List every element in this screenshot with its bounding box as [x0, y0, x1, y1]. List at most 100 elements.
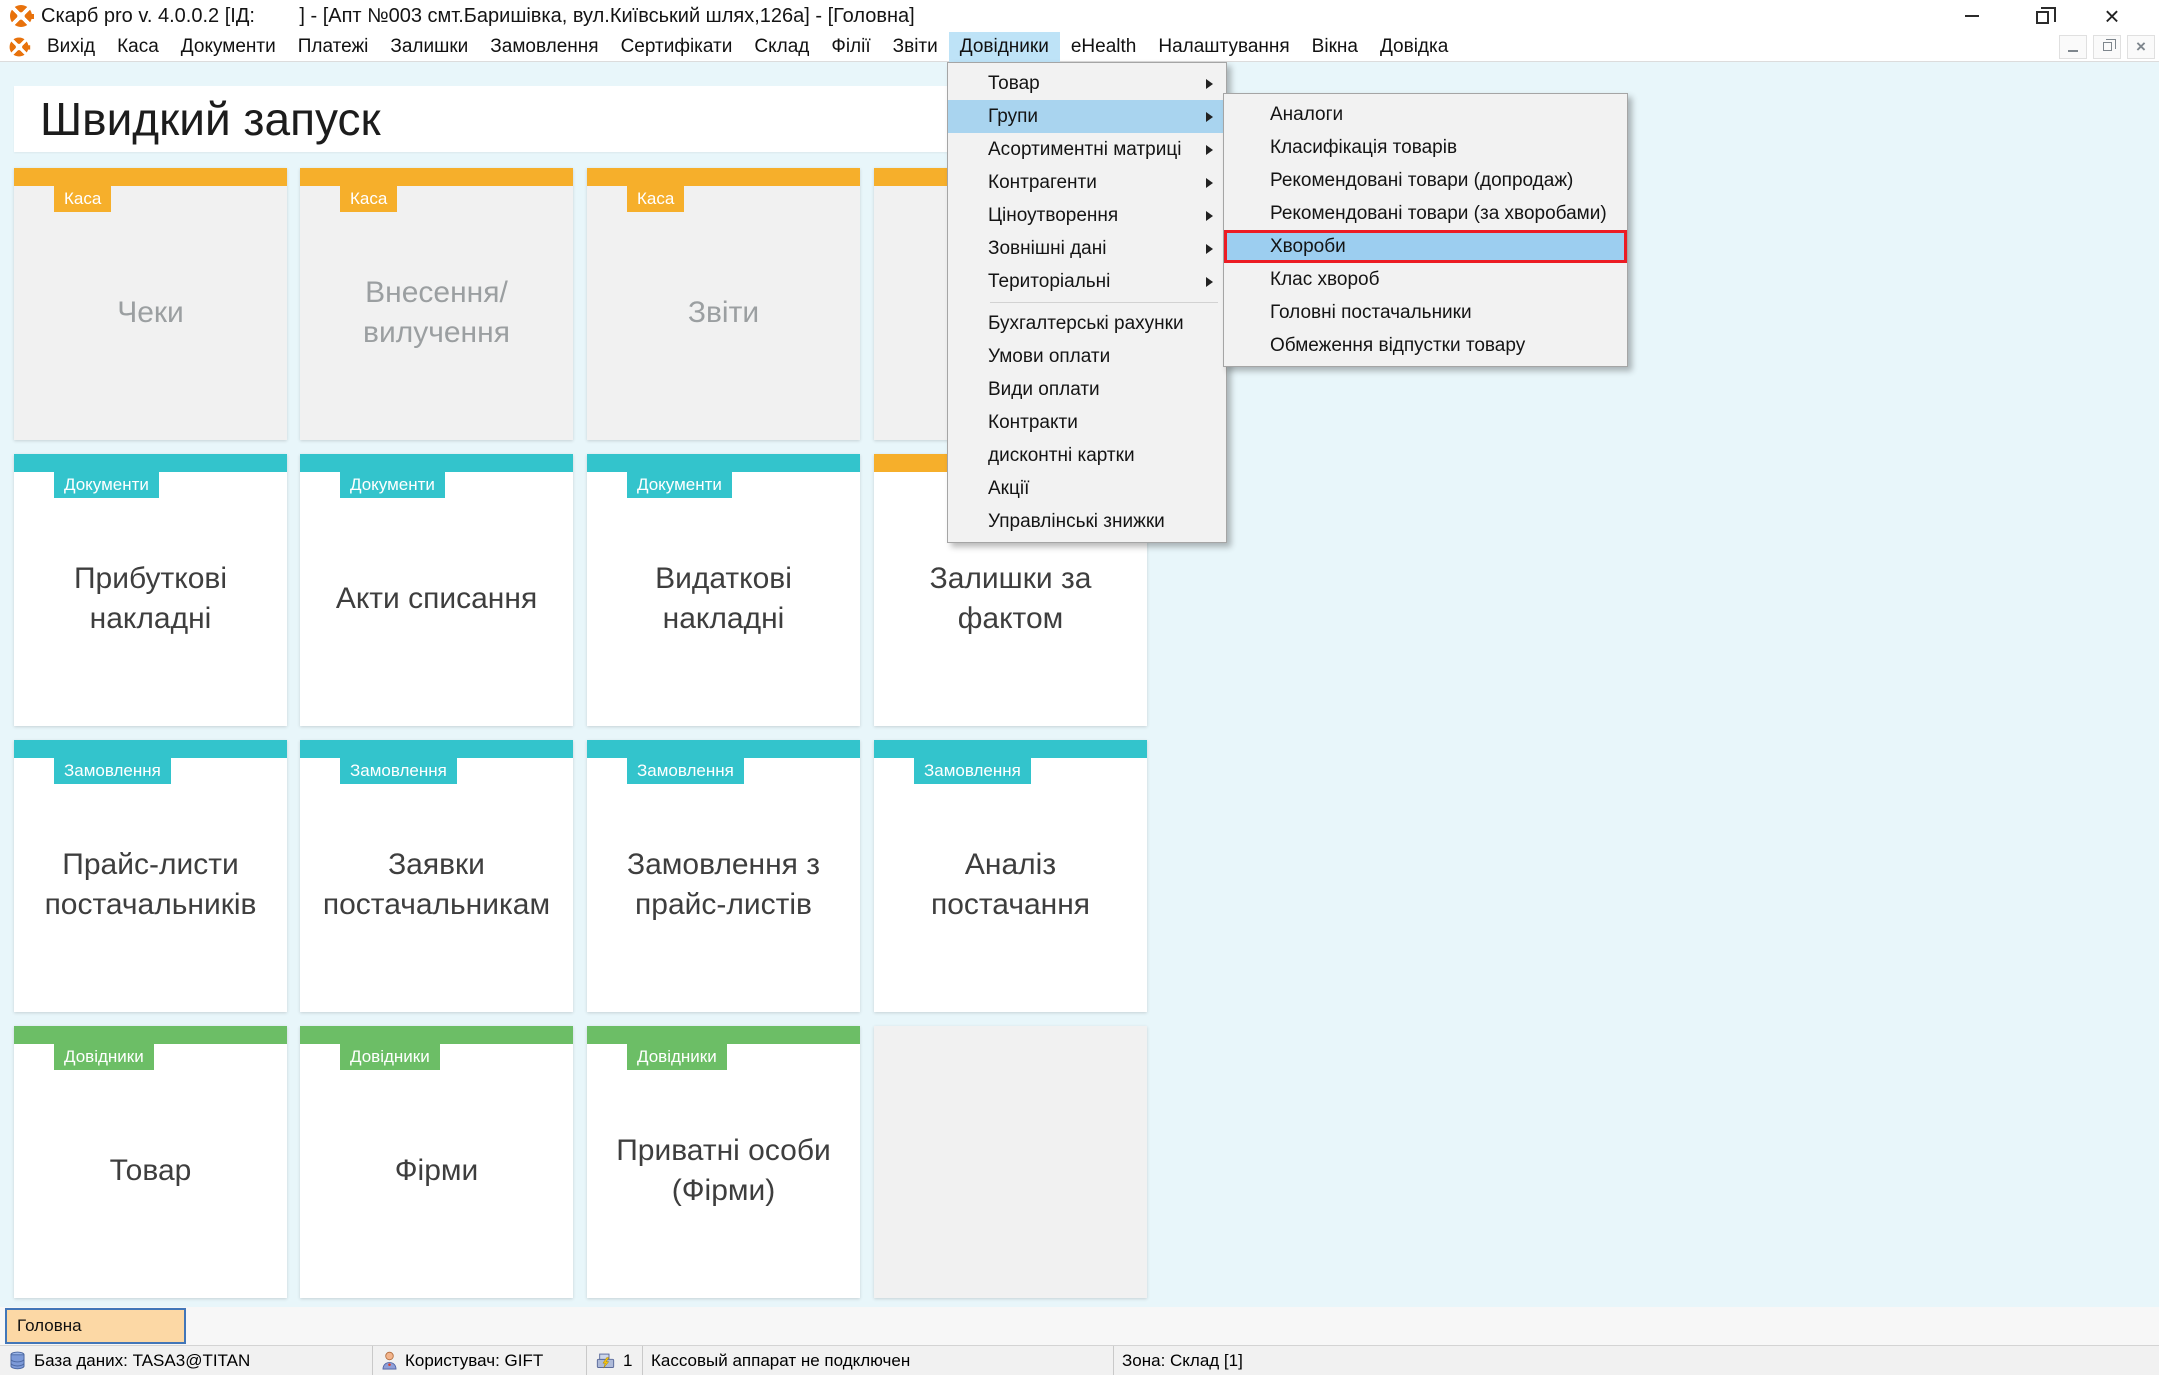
menubar-item-Вікна[interactable]: Вікна: [1301, 32, 1369, 62]
dropdown-item-Зовнішні дані[interactable]: Зовнішні дані: [948, 232, 1226, 265]
menubar-item-Залишки[interactable]: Залишки: [379, 32, 479, 62]
dropdown-item-Групи[interactable]: Групи: [948, 100, 1226, 133]
dropdown-item-Управлінські знижки[interactable]: Управлінські знижки: [948, 505, 1226, 538]
restore-icon: [2036, 11, 2049, 24]
dovidnyky-dropdown-menu: Товар Групи Асортиментні матриці Контрагент…: [947, 62, 1227, 543]
status-section: Користувач: GIFT: [373, 1346, 587, 1375]
dropdown-item-Контракти[interactable]: Контракти: [948, 406, 1226, 439]
dropdown-item-label: Асортиментні матриці: [988, 139, 1181, 161]
minimize-icon: [1965, 15, 1979, 17]
mdi-window-controls: ×: [2059, 35, 2159, 59]
dropdown-item-label: Управлінські знижки: [988, 511, 1165, 533]
status-text: База даних: TASA3@TITAN: [34, 1351, 250, 1371]
tile-color-bar: [587, 740, 860, 758]
tile-color-bar: [14, 1026, 287, 1044]
tile-label: Приватні особи (Фірми): [597, 1044, 850, 1298]
submenu-item-Аналоги[interactable]: Аналоги: [1224, 98, 1627, 131]
status-text: Користувач: GIFT: [405, 1351, 543, 1371]
quick-launch-tile[interactable]: ЗамовленняАналіз постачання: [874, 740, 1147, 1012]
tile-color-bar: [587, 168, 860, 186]
menubar-item-Каса[interactable]: Каса: [106, 32, 170, 62]
status-text: Кассовый аппарат не подключен: [651, 1351, 910, 1371]
menubar-item-Вихід[interactable]: Вихід: [36, 32, 106, 62]
quick-launch-tile[interactable]: КасаЧеки: [14, 168, 287, 440]
dropdown-item-label: Контрагенти: [988, 172, 1097, 194]
quick-launch-tile[interactable]: ЗамовленняЗамовлення з прайс-листів: [587, 740, 860, 1012]
submenu-item-Рекомендовані товари (за хворобами)[interactable]: Рекомендовані товари (за хворобами): [1224, 197, 1627, 230]
statusbar: База даних: TASA3@TITANКористувач: GIFT1…: [0, 1345, 2159, 1375]
dropdown-item-Територіальні[interactable]: Територіальні: [948, 265, 1226, 298]
quick-launch-tile[interactable]: ЗамовленняЗаявки постачальникам: [300, 740, 573, 1012]
tile-color-bar: [300, 168, 573, 186]
menubar-item-Налаштування[interactable]: Налаштування: [1147, 32, 1300, 62]
dropdown-item-label: Види оплати: [988, 379, 1100, 401]
menubar-item-Замовлення[interactable]: Замовлення: [479, 32, 609, 62]
submenu-item-Головні постачальники[interactable]: Головні постачальники: [1224, 296, 1627, 329]
dropdown-item-label: Бухгалтерські рахунки: [988, 313, 1184, 335]
dropdown-item-label: Контракти: [988, 412, 1078, 434]
submenu-item-Клас хвороб[interactable]: Клас хвороб: [1224, 263, 1627, 296]
quick-launch-tile[interactable]: ДовідникиПриватні особи (Фірми): [587, 1026, 860, 1298]
tile-label: Товар: [24, 1044, 277, 1298]
dropdown-item-Ціноутворення[interactable]: Ціноутворення: [948, 199, 1226, 232]
menubar-item-Документи[interactable]: Документи: [170, 32, 287, 62]
bottom-tab-bar: Головна: [0, 1307, 2159, 1345]
dropdown-item-Види оплати[interactable]: Види оплати: [948, 373, 1226, 406]
menubar-item-Сертифікати[interactable]: Сертифікати: [610, 32, 744, 62]
quick-launch-tile[interactable]: ДовідникиТовар: [14, 1026, 287, 1298]
quick-launch-tile[interactable]: ДокументиПрибуткові накладні: [14, 454, 287, 726]
tab-home[interactable]: Головна: [5, 1308, 186, 1344]
status-section: Кассовый аппарат не подключен: [643, 1346, 1114, 1375]
menubar-item-Звіти[interactable]: Звіти: [882, 32, 949, 62]
quick-launch-tile[interactable]: ДовідникиФірми: [300, 1026, 573, 1298]
dropdown-item-label: Товар: [988, 73, 1040, 95]
tile-label: Акти списання: [310, 472, 563, 726]
quick-launch-tile[interactable]: ЗамовленняПрайс-листи постачальників: [14, 740, 287, 1012]
app-logo-icon: [10, 5, 32, 27]
dropdown-item-Товар[interactable]: Товар: [948, 67, 1226, 100]
tile-label: Замовлення з прайс-листів: [597, 758, 850, 1012]
tile-label: Чеки: [24, 186, 277, 440]
mdi-close-button[interactable]: ×: [2127, 35, 2155, 59]
grupy-submenu: АналогиКласифікація товарівРекомендовані…: [1223, 93, 1628, 367]
menubar-item-Філії[interactable]: Філії: [820, 32, 881, 62]
tile-color-bar: [587, 1026, 860, 1044]
submenu-item-Обмеження відпустки товару[interactable]: Обмеження відпустки товару: [1224, 329, 1627, 362]
menubar-item-Довідка[interactable]: Довідка: [1369, 32, 1459, 62]
dropdown-item-label: Зовнішні дані: [988, 238, 1106, 260]
status-section: База даних: TASA3@TITAN: [0, 1346, 373, 1375]
mdi-minimize-icon: [2068, 50, 2078, 52]
mdi-restore-button[interactable]: [2093, 35, 2121, 59]
dropdown-item-label: Ціноутворення: [988, 205, 1118, 227]
window-title: Скарб pro v. 4.0.0.2 [ІД: ] - [Апт №003 …: [41, 5, 915, 28]
quick-launch-tile[interactable]: ДокументиВидаткові накладні: [587, 454, 860, 726]
menubar-item-Склад[interactable]: Склад: [743, 32, 820, 62]
application-window: Скарб pro v. 4.0.0.2 [ІД: ] - [Апт №003 …: [0, 0, 2159, 1375]
submenu-item-Класифікація товарів[interactable]: Класифікація товарів: [1224, 131, 1627, 164]
quick-launch-tile[interactable]: КасаВнесення/вилучення: [300, 168, 573, 440]
minimize-button[interactable]: [1937, 0, 2007, 32]
tile-label: Фірми: [310, 1044, 563, 1298]
dropdown-item-дисконтні картки[interactable]: дисконтні картки: [948, 439, 1226, 472]
mdi-minimize-button[interactable]: [2059, 35, 2087, 59]
tile-label: Прайс-листи постачальників: [24, 758, 277, 1012]
database-icon: [8, 1351, 27, 1370]
tile-color-bar: [874, 740, 1147, 758]
menubar-item-Довідники[interactable]: Довідники: [949, 32, 1060, 62]
close-button[interactable]: ×: [2077, 0, 2147, 32]
dropdown-item-Бухгалтерські рахунки[interactable]: Бухгалтерські рахунки: [948, 307, 1226, 340]
dropdown-item-Контрагенти[interactable]: Контрагенти: [948, 166, 1226, 199]
dropdown-item-Акції[interactable]: Акції: [948, 472, 1226, 505]
quick-launch-tile[interactable]: ДокументиАкти списання: [300, 454, 573, 726]
menubar-item-eHealth[interactable]: eHealth: [1060, 32, 1148, 62]
dropdown-item-Умови оплати[interactable]: Умови оплати: [948, 340, 1226, 373]
submenu-item-Хвороби[interactable]: Хвороби: [1224, 230, 1627, 263]
submenu-item-Рекомендовані товари (допродаж)[interactable]: Рекомендовані товари (допродаж): [1224, 164, 1627, 197]
submenu-arrow-icon: [1206, 244, 1213, 254]
menubar-item-Платежі[interactable]: Платежі: [287, 32, 380, 62]
dropdown-item-label: Акції: [988, 478, 1029, 500]
submenu-arrow-icon: [1206, 112, 1213, 122]
dropdown-item-Асортиментні матриці[interactable]: Асортиментні матриці: [948, 133, 1226, 166]
restore-button[interactable]: [2007, 0, 2077, 32]
quick-launch-tile[interactable]: КасаЗвіти: [587, 168, 860, 440]
